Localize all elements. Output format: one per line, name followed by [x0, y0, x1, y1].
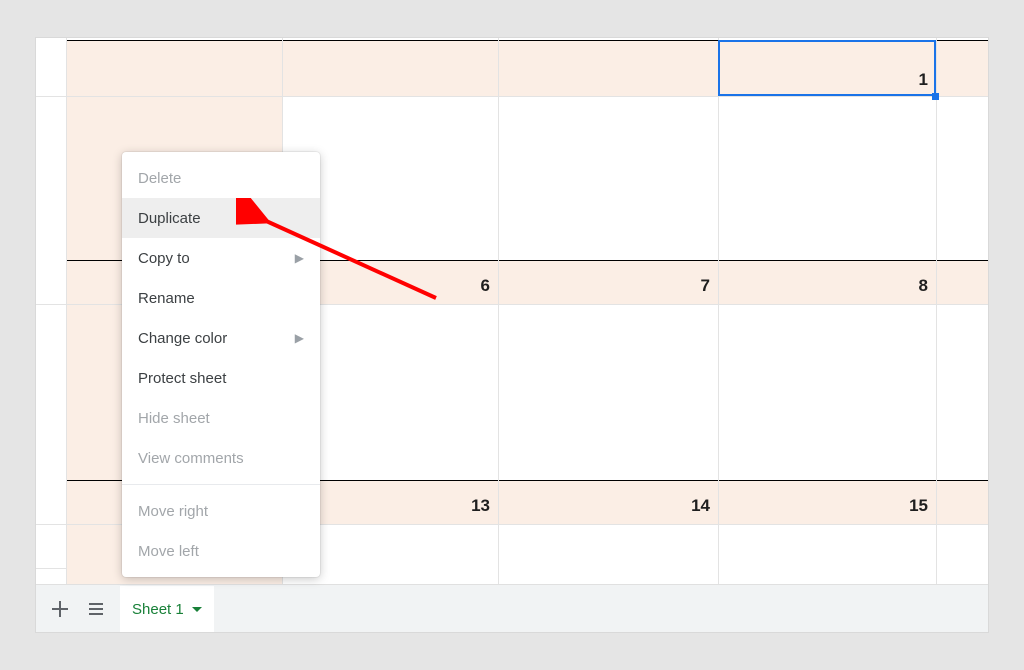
sheet-tab-label: Sheet 1 — [132, 601, 184, 618]
row-header-column — [36, 38, 66, 584]
sheet-context-menu: Delete Duplicate Copy to▶ Rename Change … — [122, 152, 320, 577]
menu-item-duplicate[interactable]: Duplicate — [122, 198, 320, 238]
submenu-indicator-icon: ▶ — [295, 251, 304, 265]
day-number: 15 — [718, 496, 928, 516]
menu-item-delete[interactable]: Delete — [122, 158, 320, 198]
menu-item-move-right[interactable]: Move right — [122, 491, 320, 531]
day-number: 7 — [498, 276, 710, 296]
menu-item-copy-to[interactable]: Copy to▶ — [122, 238, 320, 278]
day-number: 14 — [498, 496, 710, 516]
sheet-tab-active[interactable]: Sheet 1 — [120, 586, 214, 632]
menu-item-hide-sheet[interactable]: Hide sheet — [122, 398, 320, 438]
menu-separator — [122, 484, 320, 485]
sheet-tab-menu-icon[interactable] — [192, 607, 202, 612]
all-sheets-button[interactable] — [78, 591, 114, 627]
sheet-tab-bar: Sheet 1 — [36, 584, 988, 632]
menu-item-protect-sheet[interactable]: Protect sheet — [122, 358, 320, 398]
add-sheet-button[interactable] — [42, 591, 78, 627]
selection-handle[interactable] — [932, 93, 939, 100]
day-number: 8 — [718, 276, 928, 296]
selected-cell[interactable] — [718, 40, 936, 96]
menu-item-move-left[interactable]: Move left — [122, 531, 320, 571]
submenu-indicator-icon: ▶ — [295, 331, 304, 345]
menu-item-view-comments[interactable]: View comments — [122, 438, 320, 478]
menu-item-change-color[interactable]: Change color▶ — [122, 318, 320, 358]
app-frame: 1 6 7 8 13 14 15 Sheet 1 Delete Duplicat… — [36, 38, 988, 632]
menu-item-rename[interactable]: Rename — [122, 278, 320, 318]
